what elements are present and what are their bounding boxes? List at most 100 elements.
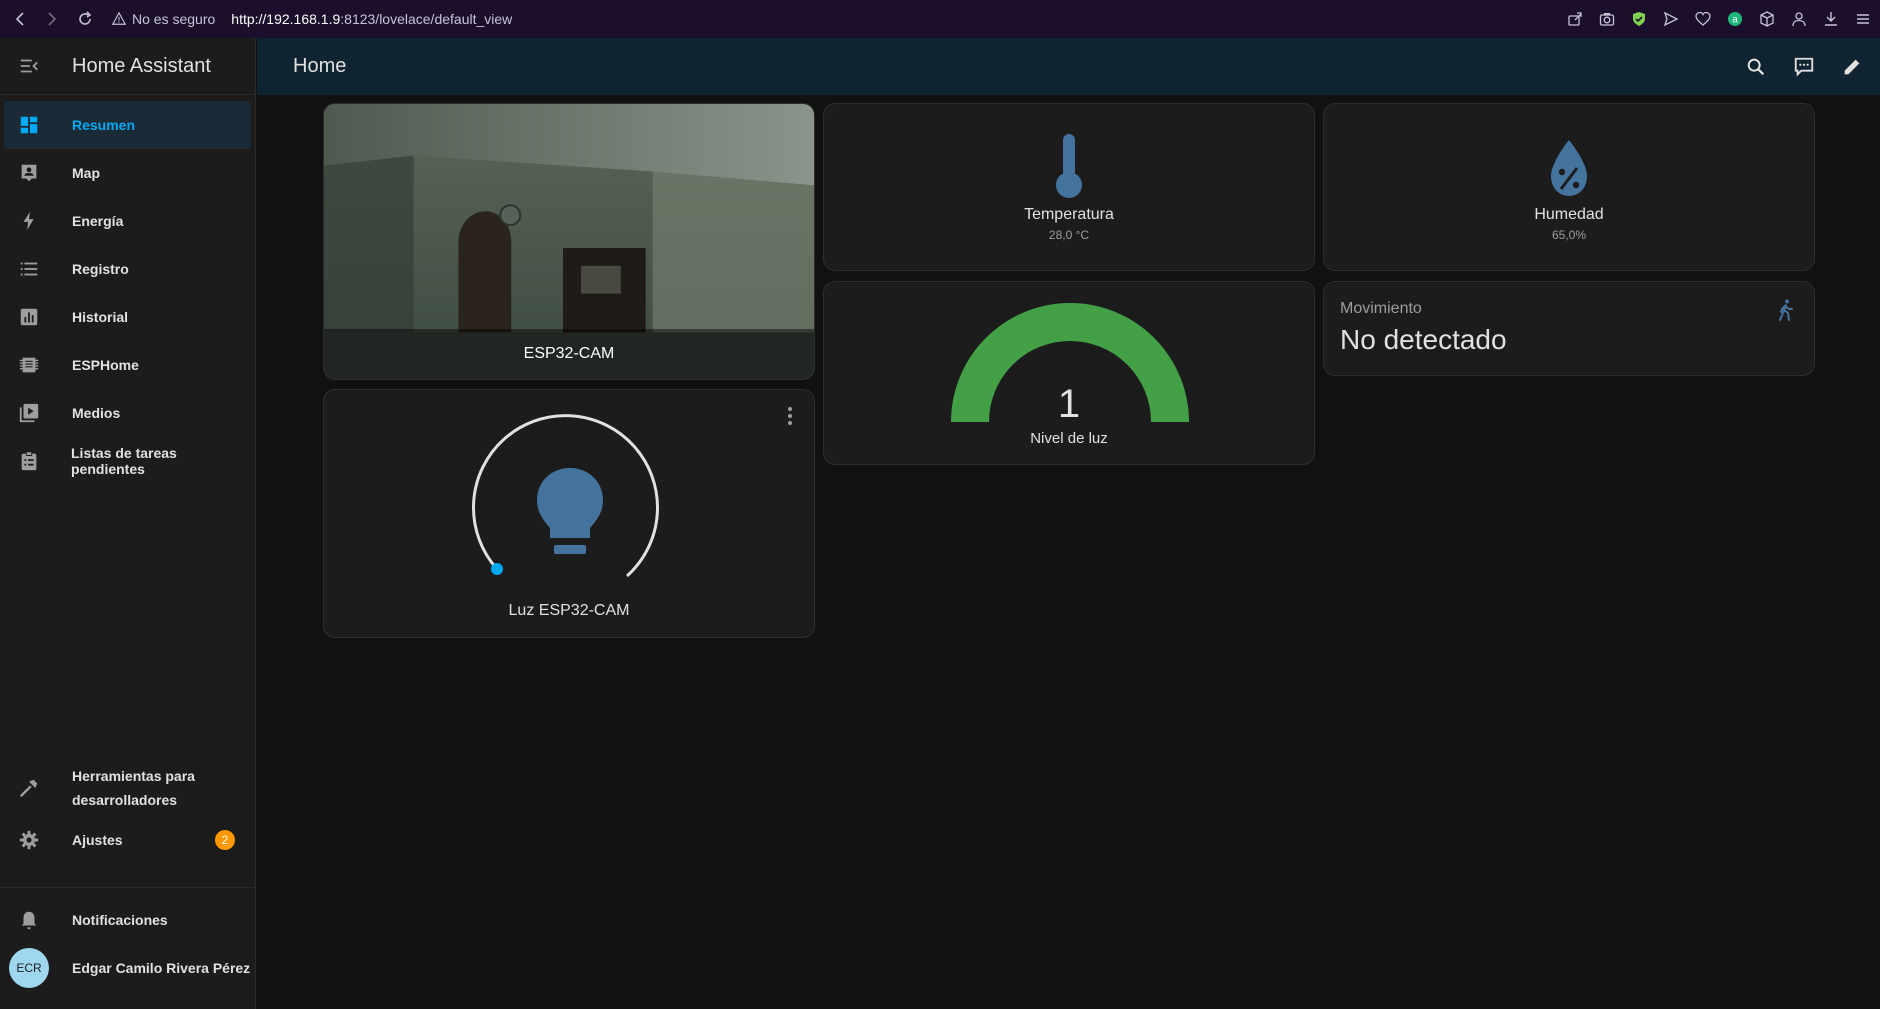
profile-button[interactable] — [1790, 10, 1808, 28]
cube-icon — [1760, 11, 1774, 27]
chevron-right-icon — [48, 12, 57, 26]
svg-text:a: a — [1732, 15, 1738, 26]
favorites-button[interactable] — [1694, 10, 1712, 28]
sidebar-item-tareas[interactable]: Listas de tareas pendientes — [4, 437, 251, 485]
sidebar-item-label: Notificaciones — [72, 912, 168, 928]
dashboard-icon — [4, 114, 54, 136]
extensions-button[interactable] — [1758, 10, 1776, 28]
play-box-icon — [4, 402, 54, 424]
search-icon — [1747, 58, 1765, 75]
send-button[interactable] — [1662, 10, 1680, 28]
sidebar-item-resumen[interactable]: Resumen — [4, 101, 251, 149]
sidebar-item-medios[interactable]: Medios — [4, 389, 251, 437]
clipboard-list-icon — [4, 450, 53, 472]
assist-button[interactable] — [1792, 55, 1816, 79]
page-title: Home — [293, 55, 347, 77]
lightning-bolt-icon — [4, 210, 54, 232]
sidebar: Home Assistant Resumen Map Energía Regis… — [0, 38, 256, 1009]
light-level-gauge-card[interactable]: 1 Nivel de luz — [823, 281, 1315, 465]
avatar-wrap: ECR — [4, 948, 54, 988]
sidebar-item-registro[interactable]: Registro — [4, 245, 251, 293]
sidebar-item-label: Listas de tareas pendientes — [71, 445, 177, 477]
sidebar-nav: Resumen Map Energía Registro Historial E… — [0, 95, 255, 485]
humidity-card[interactable]: Humedad 65,0% — [1323, 103, 1815, 271]
chip-icon — [4, 354, 54, 376]
sidebar-item-label: Resumen — [72, 117, 136, 133]
avatar: ECR — [9, 948, 49, 988]
sidebar-item-label: Herramientas para desarrolladores — [72, 764, 195, 812]
walk-icon — [1779, 299, 1793, 321]
screenshot-button[interactable] — [1598, 10, 1616, 28]
motion-card[interactable]: Movimiento No detectado — [1323, 281, 1815, 376]
app-header: Home — [257, 38, 1880, 95]
vpn-button[interactable] — [1630, 10, 1648, 28]
camera-icon — [1599, 13, 1615, 26]
header-actions — [1744, 38, 1864, 95]
sidebar-item-ajustes[interactable]: Ajustes 2 — [4, 816, 252, 864]
security-label: No es seguro — [132, 11, 216, 27]
sidebar-divider — [0, 887, 256, 888]
forward-button[interactable] — [36, 4, 66, 34]
chevron-left-icon — [15, 12, 24, 26]
browser-menu-button[interactable] — [1854, 10, 1872, 28]
light-card[interactable]: Luz ESP32-CAM — [323, 389, 815, 638]
share-button[interactable] — [1566, 10, 1584, 28]
camera-name: ESP32-CAM — [324, 329, 814, 379]
sidebar-item-label: Medios — [72, 405, 121, 421]
reload-button[interactable] — [70, 4, 100, 34]
camera-card[interactable]: ESP32-CAM — [323, 103, 815, 380]
dots-vertical-icon — [788, 407, 792, 425]
humidity-state: 65,0% — [1551, 228, 1587, 242]
download-icon — [1825, 12, 1837, 26]
downloads-button[interactable] — [1822, 10, 1840, 28]
shield-check-icon — [1633, 12, 1645, 26]
sidebar-item-energia[interactable]: Energía — [4, 197, 251, 245]
sidebar-item-esphome[interactable]: ESPHome — [4, 341, 251, 389]
gear-icon — [4, 829, 54, 851]
security-indicator[interactable]: No es seguro — [112, 11, 215, 27]
extension-a-button[interactable]: a — [1726, 10, 1744, 28]
bell-icon — [4, 909, 54, 931]
comment-processing-icon — [1794, 57, 1814, 77]
address-bar[interactable]: No es seguro http://192.168.1.9:8123/lov… — [112, 11, 512, 27]
brightness-dial[interactable] — [470, 412, 670, 612]
sidebar-item-developer-tools[interactable]: Herramientas para desarrolladores — [4, 760, 252, 816]
search-button[interactable] — [1744, 55, 1768, 79]
settings-badge: 2 — [215, 830, 235, 850]
sidebar-header: Home Assistant — [0, 38, 255, 95]
temperature-state: 28,0 °C — [1048, 228, 1090, 242]
reload-icon — [79, 11, 92, 25]
motion-label: Movimiento — [1340, 300, 1422, 317]
humidity-name: Humedad — [1534, 206, 1604, 223]
temperature-name: Temperatura — [1024, 206, 1114, 223]
temperature-card[interactable]: Temperatura 28,0 °C — [823, 103, 1315, 271]
sidebar-item-notificaciones[interactable]: Notificaciones — [4, 896, 252, 944]
pencil-icon — [1844, 59, 1860, 74]
sidebar-bottom: Herramientas para desarrolladores Ajustes… — [0, 760, 256, 864]
sidebar-item-profile[interactable]: ECR Edgar Camilo Rivera Pérez — [4, 944, 252, 992]
url-path: :8123/lovelace/default_view — [340, 11, 513, 27]
heart-icon — [1695, 11, 1711, 26]
send-icon — [1663, 11, 1679, 27]
dev-tools-line1: Herramientas para — [72, 768, 195, 784]
more-info-button[interactable] — [780, 404, 800, 428]
edit-dashboard-button[interactable] — [1840, 55, 1864, 79]
browser-extensions: a — [1566, 0, 1872, 38]
sidebar-item-map[interactable]: Map — [4, 149, 251, 197]
sidebar-toggle-button[interactable] — [0, 38, 58, 95]
water-percent-icon — [1546, 132, 1592, 200]
map-account-icon — [4, 162, 54, 184]
warning-icon — [112, 12, 126, 25]
back-button[interactable] — [6, 4, 36, 34]
app-title: Home Assistant — [72, 54, 211, 77]
dev-tools-line2: desarrolladores — [72, 792, 178, 808]
gauge-name: Nivel de luz — [1030, 430, 1108, 447]
sidebar-item-label: ESPHome — [72, 357, 139, 373]
menu-open-icon — [20, 59, 38, 73]
sidebar-item-label: Edgar Camilo Rivera Pérez — [72, 960, 251, 976]
motion-state: No detectado — [1340, 324, 1507, 355]
sidebar-item-label: Historial — [72, 309, 129, 325]
light-name: Luz ESP32-CAM — [508, 602, 630, 619]
sidebar-item-historial[interactable]: Historial — [4, 293, 251, 341]
thermometer-icon — [1046, 132, 1092, 200]
